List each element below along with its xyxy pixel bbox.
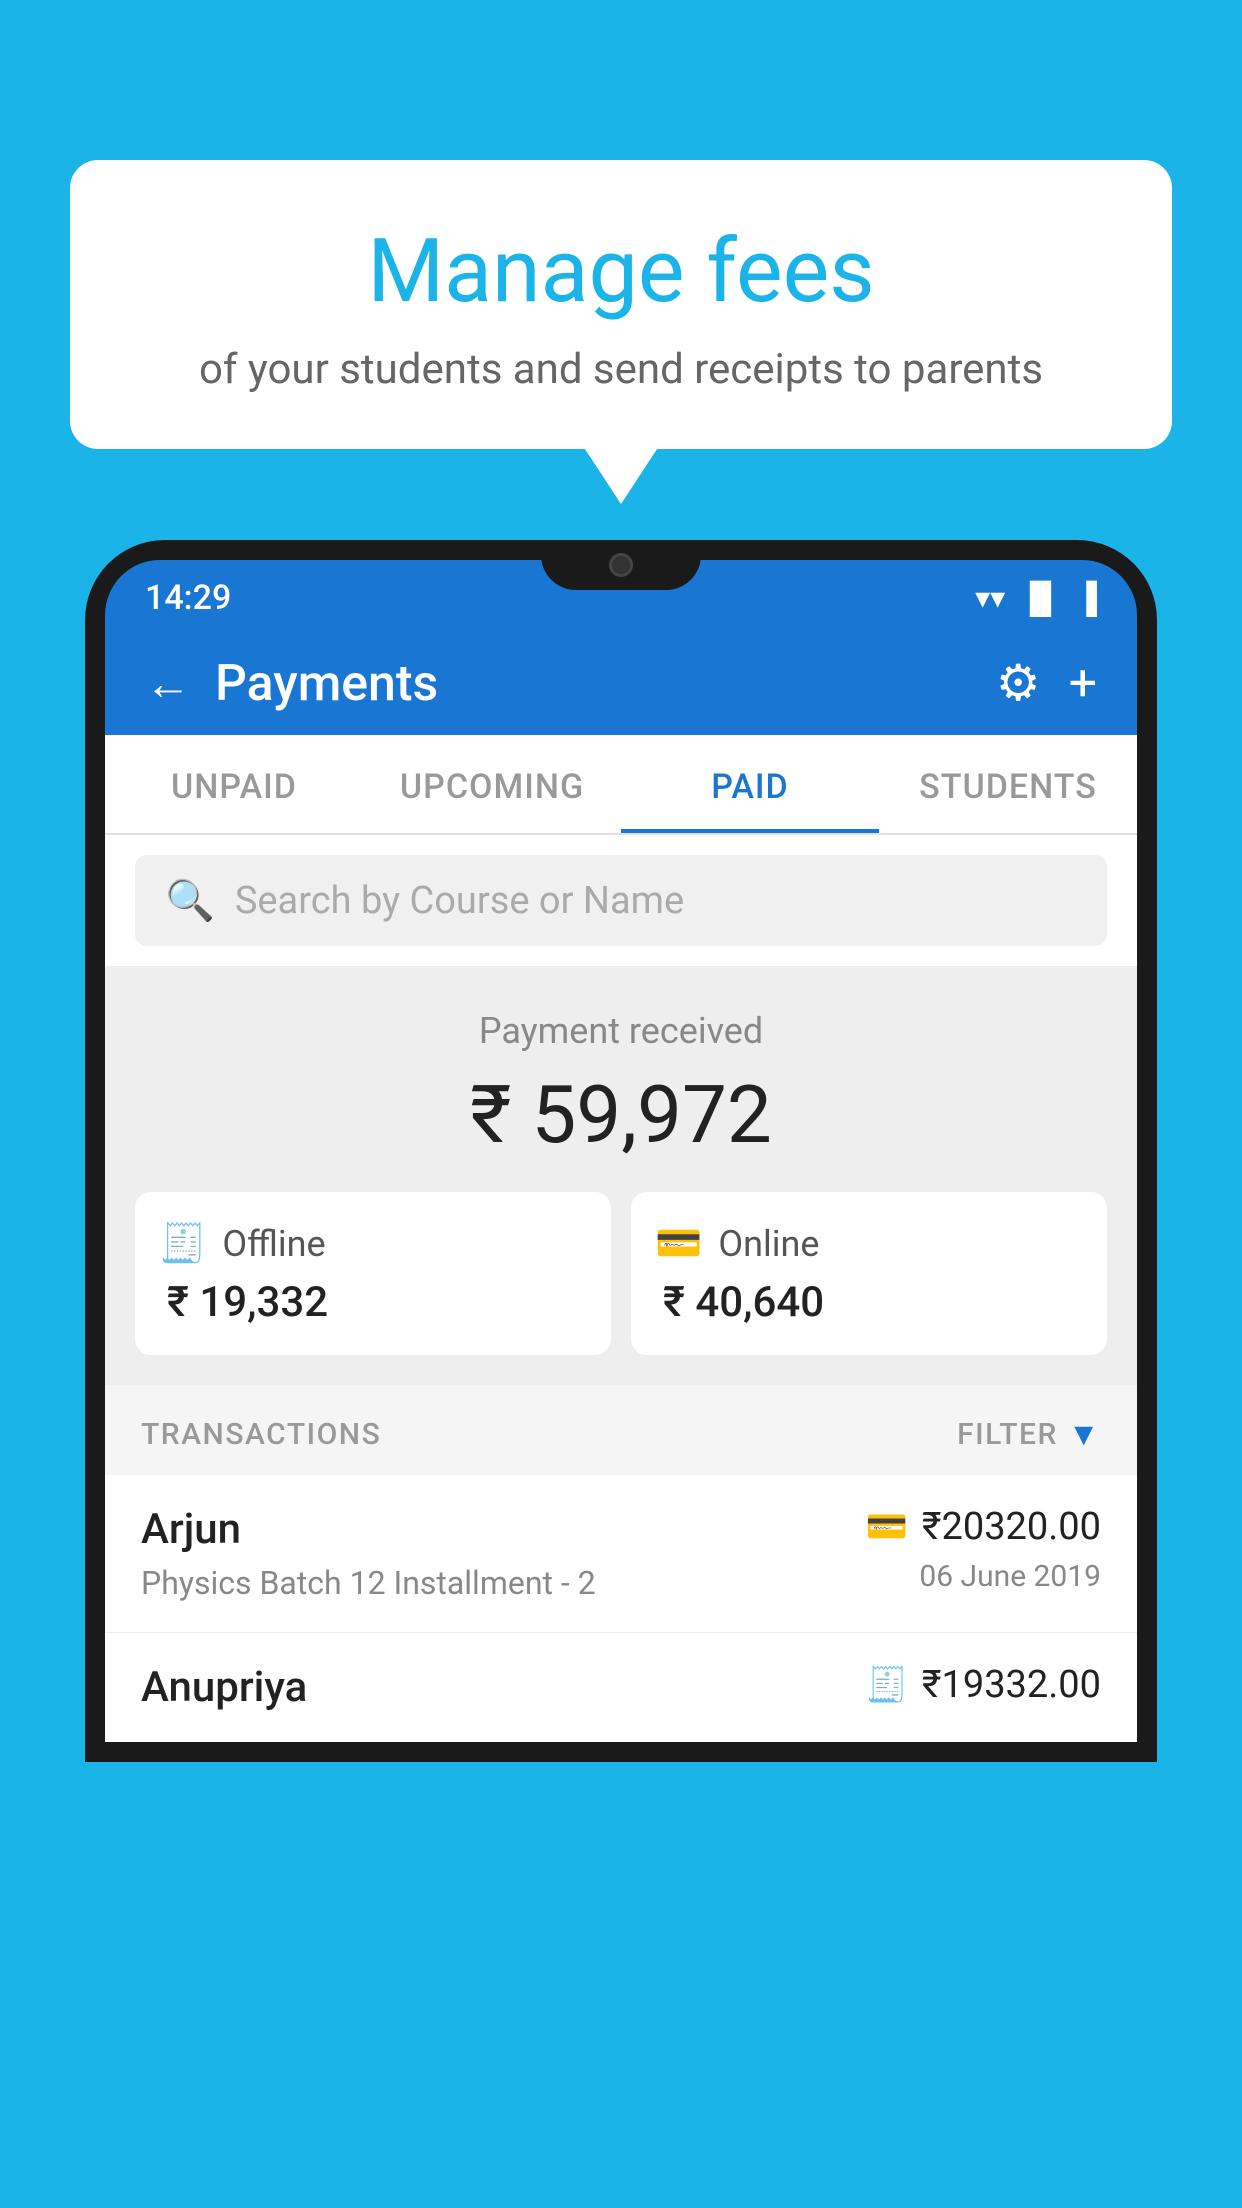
transactions-header: TRANSACTIONS FILTER ▼ bbox=[105, 1385, 1137, 1475]
online-payment-icon: 💳 bbox=[865, 1507, 907, 1547]
payment-amount: ₹ 59,972 bbox=[135, 1068, 1107, 1162]
phone-notch bbox=[541, 540, 701, 590]
search-container: 🔍 Search by Course or Name bbox=[105, 835, 1137, 966]
tab-paid[interactable]: PAID bbox=[621, 735, 879, 833]
offline-card-row: 🧾 Offline bbox=[159, 1222, 326, 1266]
search-bar[interactable]: 🔍 Search by Course or Name bbox=[135, 855, 1107, 946]
payment-received-label: Payment received bbox=[135, 1010, 1107, 1052]
speech-bubble: Manage fees of your students and send re… bbox=[70, 160, 1172, 449]
transaction-date: 06 June 2019 bbox=[919, 1559, 1101, 1594]
tabs-container: UNPAID UPCOMING PAID STUDENTS bbox=[105, 735, 1137, 835]
transaction-name: Anupriya bbox=[141, 1663, 865, 1712]
search-placeholder-text: Search by Course or Name bbox=[235, 879, 684, 923]
search-icon: 🔍 bbox=[165, 877, 215, 924]
app-bar: ← Payments ⚙ + bbox=[105, 632, 1137, 735]
transaction-amount: ₹20320.00 bbox=[922, 1505, 1101, 1549]
tab-upcoming[interactable]: UPCOMING bbox=[363, 735, 621, 833]
phone-shell: 14:29 ▾▾ ▐▌ ▐ ← Payments ⚙ + UNPAID bbox=[85, 540, 1157, 1762]
speech-bubble-subtitle: of your students and send receipts to pa… bbox=[120, 345, 1122, 394]
online-amount: ₹ 40,640 bbox=[655, 1278, 824, 1327]
tab-unpaid[interactable]: UNPAID bbox=[105, 735, 363, 833]
filter-text: FILTER bbox=[957, 1417, 1058, 1452]
signal-icon: ▐▌ bbox=[1019, 581, 1062, 616]
transactions-label: TRANSACTIONS bbox=[141, 1417, 381, 1452]
phone-screen: 🔍 Search by Course or Name Payment recei… bbox=[105, 835, 1137, 1742]
offline-amount: ₹ 19,332 bbox=[159, 1278, 328, 1327]
transaction-amount-row: 🧾 ₹19332.00 bbox=[865, 1663, 1101, 1707]
transaction-detail: Physics Batch 12 Installment - 2 bbox=[141, 1564, 865, 1602]
offline-payment-card: 🧾 Offline ₹ 19,332 bbox=[135, 1192, 611, 1355]
transaction-amount: ₹19332.00 bbox=[922, 1663, 1101, 1707]
online-payment-card: 💳 Online ₹ 40,640 bbox=[631, 1192, 1107, 1355]
plus-icon[interactable]: + bbox=[1069, 655, 1097, 713]
online-icon: 💳 bbox=[655, 1222, 702, 1266]
payment-cards: 🧾 Offline ₹ 19,332 💳 Online ₹ 40,640 bbox=[135, 1192, 1107, 1355]
phone-container: 14:29 ▾▾ ▐▌ ▐ ← Payments ⚙ + UNPAID bbox=[85, 540, 1157, 2208]
offline-payment-icon: 🧾 bbox=[865, 1665, 907, 1705]
battery-icon: ▐ bbox=[1076, 581, 1097, 616]
status-icons: ▾▾ ▐▌ ▐ bbox=[975, 581, 1097, 616]
transaction-left: Anupriya bbox=[141, 1663, 865, 1722]
online-label: Online bbox=[718, 1223, 819, 1265]
tab-students[interactable]: STUDENTS bbox=[879, 735, 1137, 833]
payment-summary: Payment received ₹ 59,972 🧾 Offline ₹ 19… bbox=[105, 966, 1137, 1385]
transaction-name: Arjun bbox=[141, 1505, 865, 1554]
wifi-icon: ▾▾ bbox=[975, 581, 1005, 616]
transaction-right: 🧾 ₹19332.00 bbox=[865, 1663, 1101, 1707]
app-bar-left: ← Payments bbox=[145, 655, 438, 713]
gear-icon[interactable]: ⚙ bbox=[996, 654, 1041, 713]
transaction-amount-row: 💳 ₹20320.00 bbox=[865, 1505, 1101, 1549]
app-bar-title: Payments bbox=[215, 655, 438, 713]
online-card-row: 💳 Online bbox=[655, 1222, 819, 1266]
filter-icon: ▼ bbox=[1068, 1415, 1101, 1453]
transaction-row[interactable]: Arjun Physics Batch 12 Installment - 2 💳… bbox=[105, 1475, 1137, 1633]
transaction-row[interactable]: Anupriya 🧾 ₹19332.00 bbox=[105, 1633, 1137, 1742]
status-time: 14:29 bbox=[145, 578, 231, 618]
offline-icon: 🧾 bbox=[159, 1222, 206, 1266]
back-button[interactable]: ← bbox=[145, 656, 191, 711]
transaction-left: Arjun Physics Batch 12 Installment - 2 bbox=[141, 1505, 865, 1602]
phone-camera bbox=[609, 553, 633, 577]
filter-button[interactable]: FILTER ▼ bbox=[957, 1415, 1101, 1453]
app-bar-right: ⚙ + bbox=[996, 654, 1097, 713]
speech-bubble-title: Manage fees bbox=[120, 220, 1122, 323]
offline-label: Offline bbox=[222, 1223, 325, 1265]
transaction-right: 💳 ₹20320.00 06 June 2019 bbox=[865, 1505, 1101, 1594]
